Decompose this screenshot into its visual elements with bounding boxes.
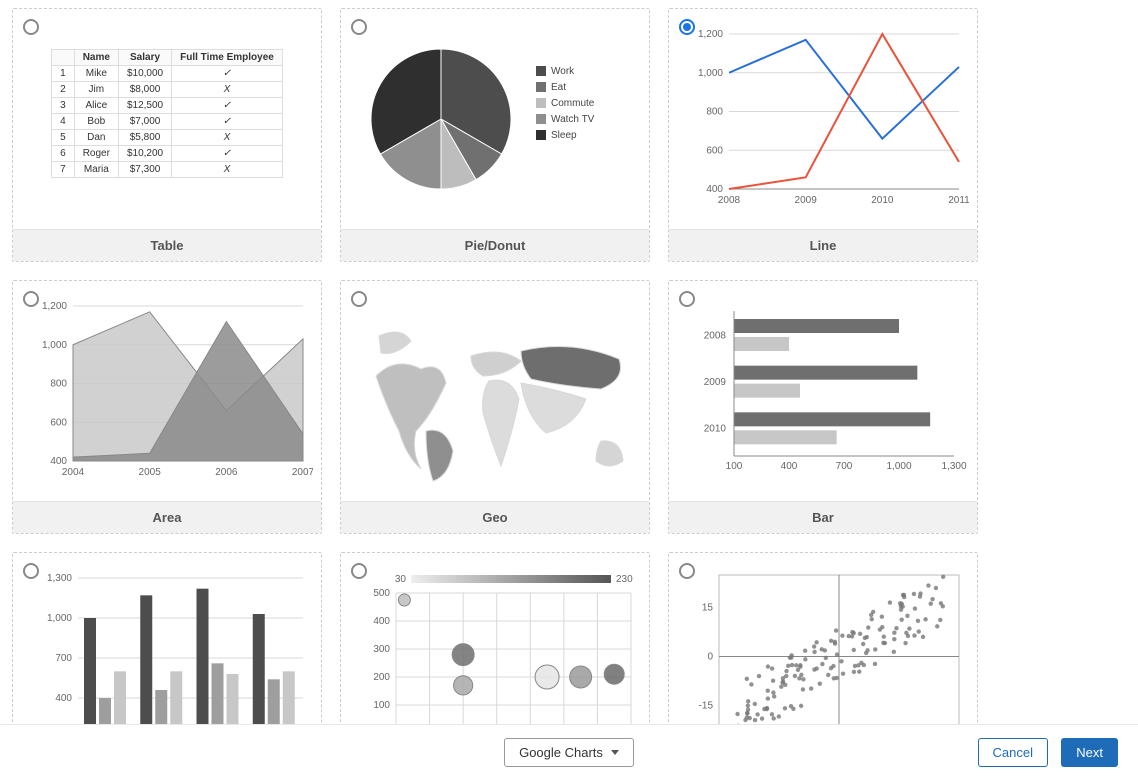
card-label-line: Line [669, 229, 977, 261]
svg-text:1,000: 1,000 [47, 613, 72, 624]
radio-line[interactable] [679, 19, 695, 35]
pie-chart: Work Eat Commute Watch TV Sleep [351, 19, 641, 219]
svg-text:700: 700 [836, 461, 853, 472]
scatter-chart: -15 0 15 [679, 563, 969, 743]
card-label-table: Table [13, 229, 321, 261]
radio-bubble[interactable] [351, 563, 367, 579]
svg-text:2006: 2006 [215, 467, 238, 478]
svg-text:1,000: 1,000 [42, 340, 67, 351]
svg-text:Work: Work [551, 66, 575, 77]
bubble-chart: 0100200300400500687072747678808230230 [351, 563, 641, 743]
card-geo[interactable]: Geo [340, 280, 650, 534]
svg-text:230: 230 [616, 574, 633, 585]
svg-text:1,000: 1,000 [886, 461, 911, 472]
radio-geo[interactable] [351, 291, 367, 307]
card-table[interactable]: NameSalaryFull Time Employee 1Mike$10,00… [12, 8, 322, 262]
svg-text:15: 15 [702, 603, 714, 614]
svg-text:600: 600 [706, 145, 723, 156]
radio-column[interactable] [23, 563, 39, 579]
svg-text:0: 0 [707, 652, 713, 663]
bar-chart: 2008 2009 2010 100 400 700 1,000 1,300 [679, 291, 969, 491]
svg-text:2008: 2008 [718, 195, 741, 206]
svg-text:2008: 2008 [704, 330, 727, 341]
column-chart: 1004007001,0001,300 [23, 563, 313, 743]
radio-bar[interactable] [679, 291, 695, 307]
card-label-pie: Pie/Donut [341, 229, 649, 261]
radio-table[interactable] [23, 19, 39, 35]
radio-area[interactable] [23, 291, 39, 307]
svg-text:100: 100 [373, 700, 390, 711]
svg-text:2009: 2009 [704, 377, 727, 388]
svg-text:800: 800 [706, 107, 723, 118]
svg-text:Watch TV: Watch TV [551, 114, 595, 125]
svg-text:2010: 2010 [871, 195, 894, 206]
svg-text:400: 400 [373, 616, 390, 627]
svg-text:100: 100 [726, 461, 743, 472]
line-chart: 400 600 800 1,000 1,200 2008 2009 2010 2011 [679, 19, 969, 219]
svg-text:2009: 2009 [795, 195, 818, 206]
svg-text:1,200: 1,200 [42, 301, 67, 312]
next-button[interactable]: Next [1061, 738, 1118, 767]
svg-text:1,300: 1,300 [47, 573, 72, 584]
svg-text:1,200: 1,200 [698, 29, 723, 40]
svg-text:1,300: 1,300 [941, 461, 966, 472]
svg-text:2004: 2004 [62, 467, 85, 478]
svg-text:-15: -15 [699, 700, 714, 711]
card-label-area: Area [13, 501, 321, 533]
card-scatter[interactable]: -15 0 15 [668, 552, 978, 734]
card-label-geo: Geo [341, 501, 649, 533]
svg-text:2005: 2005 [139, 467, 162, 478]
svg-text:400: 400 [55, 693, 72, 704]
card-label-bar: Bar [669, 501, 977, 533]
geo-chart [351, 291, 641, 491]
svg-text:200: 200 [373, 672, 390, 683]
svg-text:400: 400 [706, 184, 723, 195]
chevron-down-icon [611, 750, 619, 755]
svg-text:Commute: Commute [551, 98, 595, 109]
card-bar[interactable]: 2008 2009 2010 100 400 700 1,000 1,300 Bar [668, 280, 978, 534]
area-chart: 400 600 800 1,000 1,200 2004 2005 2006 2007 [23, 291, 313, 491]
svg-text:700: 700 [55, 653, 72, 664]
radio-pie[interactable] [351, 19, 367, 35]
svg-text:30: 30 [395, 574, 407, 585]
svg-text:300: 300 [373, 644, 390, 655]
svg-text:Eat: Eat [551, 82, 566, 93]
card-bubble[interactable]: 0100200300400500687072747678808230230 [340, 552, 650, 734]
chart-library-dropdown[interactable]: Google Charts [504, 738, 634, 767]
svg-text:1,000: 1,000 [698, 68, 723, 79]
bottom-bar: Google Charts Cancel Next [0, 724, 1138, 780]
dropdown-label: Google Charts [519, 745, 603, 760]
svg-text:800: 800 [50, 379, 67, 390]
card-pie[interactable]: Work Eat Commute Watch TV Sleep Pie/Donut [340, 8, 650, 262]
radio-scatter[interactable] [679, 563, 695, 579]
table-chart: NameSalaryFull Time Employee 1Mike$10,00… [51, 49, 283, 178]
cancel-button[interactable]: Cancel [978, 738, 1048, 767]
svg-text:600: 600 [50, 417, 67, 428]
card-line[interactable]: 400 600 800 1,000 1,200 2008 2009 2010 2011 Line [668, 8, 978, 262]
card-area[interactable]: 400 600 800 1,000 1,200 2004 2005 2006 2007 Area [12, 280, 322, 534]
svg-text:2007: 2007 [292, 467, 313, 478]
card-column[interactable]: 1004007001,0001,300 [12, 552, 322, 734]
svg-text:Sleep: Sleep [551, 130, 577, 141]
svg-text:2010: 2010 [704, 424, 727, 435]
svg-text:400: 400 [781, 461, 798, 472]
svg-text:500: 500 [373, 588, 390, 599]
svg-text:400: 400 [50, 456, 67, 467]
svg-text:2011: 2011 [948, 195, 969, 206]
